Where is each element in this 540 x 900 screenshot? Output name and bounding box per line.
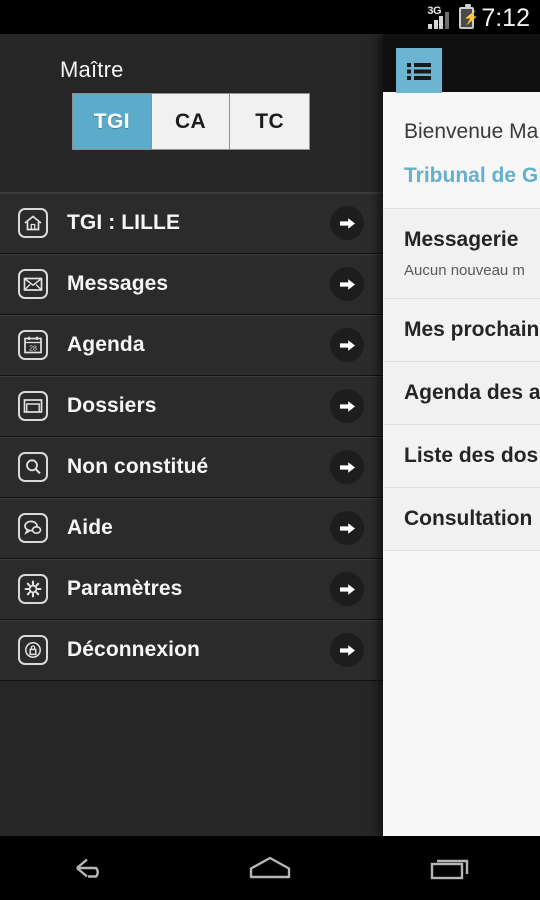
chevron-right-icon[interactable] [330,328,364,362]
drawer-item-label: Paramètres [67,577,183,600]
back-icon[interactable] [0,836,180,900]
battery-charging-icon: ⚡ [459,3,480,29]
recents-icon[interactable] [360,836,540,900]
panel-row-title: Agenda des a [404,381,540,404]
drawer-item-label: Aide [67,516,113,539]
drawer-item-agenda[interactable]: 28 Agenda [0,315,383,376]
status-icons: 3G ⚡ 7:12 [426,3,530,32]
welcome-block: Bienvenue Ma Tribunal de G [383,92,540,208]
drawer-user-title: Maître [60,57,124,82]
chevron-right-icon[interactable] [330,572,364,606]
panel-row-messagerie[interactable]: Messagerie Aucun nouveau m [383,208,540,298]
chevron-right-icon[interactable] [330,389,364,423]
home-icon [18,208,48,238]
signal-strength-icon [428,11,449,29]
phone-screen: 3G ⚡ 7:12 Maître TGI CA TC TGI: LILLE M… [0,0,540,900]
svg-text:28: 28 [29,345,37,352]
main-content-panel: Bienvenue Ma Tribunal de G Messagerie Au… [383,34,540,836]
status-bar: 3G ⚡ 7:12 [0,0,540,34]
drawer-item-label: Agenda [67,333,145,356]
status-clock: 7:12 [481,3,530,32]
drawer-item-non-constitue[interactable]: Non constitué [0,437,383,498]
chevron-right-icon[interactable] [330,267,364,301]
mail-icon [18,269,48,299]
drawer-item-label: Messages [67,272,169,295]
chevron-right-icon[interactable] [330,511,364,545]
welcome-text: Bienvenue Ma [404,120,539,143]
segment-ca[interactable]: CA [151,94,231,149]
panel-row-subtitle: Aucun nouveau m [404,262,525,279]
segment-tgi[interactable]: TGI [73,94,152,149]
panel-row-title: Mes prochain [404,318,540,341]
drawer-item-messages[interactable]: Messages [0,254,383,315]
jurisdiction-segmented-control[interactable]: TGI CA TC [72,93,310,150]
tribunal-link[interactable]: Tribunal de G [404,164,540,208]
drawer-item-label: Non constitué [67,455,209,478]
drawer-item-label: TGI : LILLE [67,211,181,234]
panel-row-title: Messagerie [404,228,519,251]
drawer-item-label: Dossiers [67,394,157,417]
chat-bubbles-icon [18,513,48,543]
home-icon[interactable] [180,836,360,900]
content-empty-area [383,550,540,751]
drawer-item-parametres[interactable]: Paramètres [0,559,383,620]
signal-bars-icon: 3G [426,5,452,30]
content-body: Bienvenue Ma Tribunal de G Messagerie Au… [383,92,540,751]
gear-icon [18,574,48,604]
system-navigation-bar [0,836,540,900]
drawer-item-tgi-lille[interactable]: TGI : LILLE [0,193,383,254]
chevron-right-icon[interactable] [330,206,364,240]
navigation-drawer: Maître TGI CA TC TGI : LILLE Messages 28… [0,34,383,836]
list-menu-icon[interactable] [396,48,442,93]
drawer-item-dossiers[interactable]: Dossiers [0,376,383,437]
segment-tc[interactable]: TC [230,94,309,149]
chevron-right-icon[interactable] [330,633,364,667]
search-icon [18,452,48,482]
panel-row-mes-prochaines[interactable]: Mes prochain [383,298,540,361]
drawer-item-label: Déconnexion [67,638,200,661]
app-action-bar [383,34,540,93]
drawer-menu-list: TGI : LILLE Messages 28 Agenda Dossiers … [0,192,383,681]
panel-row-liste-des-dossiers[interactable]: Liste des dos [383,424,540,487]
panel-row-title: Liste des dos [404,444,539,467]
panel-row-agenda-des-audiences[interactable]: Agenda des a [383,361,540,424]
drawer-header: Maître TGI CA TC [0,34,383,192]
drawer-item-deconnexion[interactable]: Déconnexion [0,620,383,681]
lock-icon [18,635,48,665]
panel-row-title: Consultation [404,507,533,530]
panel-row-consultation[interactable]: Consultation [383,487,540,550]
folder-icon [18,391,48,421]
drawer-item-aide[interactable]: Aide [0,498,383,559]
chevron-right-icon[interactable] [330,450,364,484]
calendar-icon: 28 [18,330,48,360]
